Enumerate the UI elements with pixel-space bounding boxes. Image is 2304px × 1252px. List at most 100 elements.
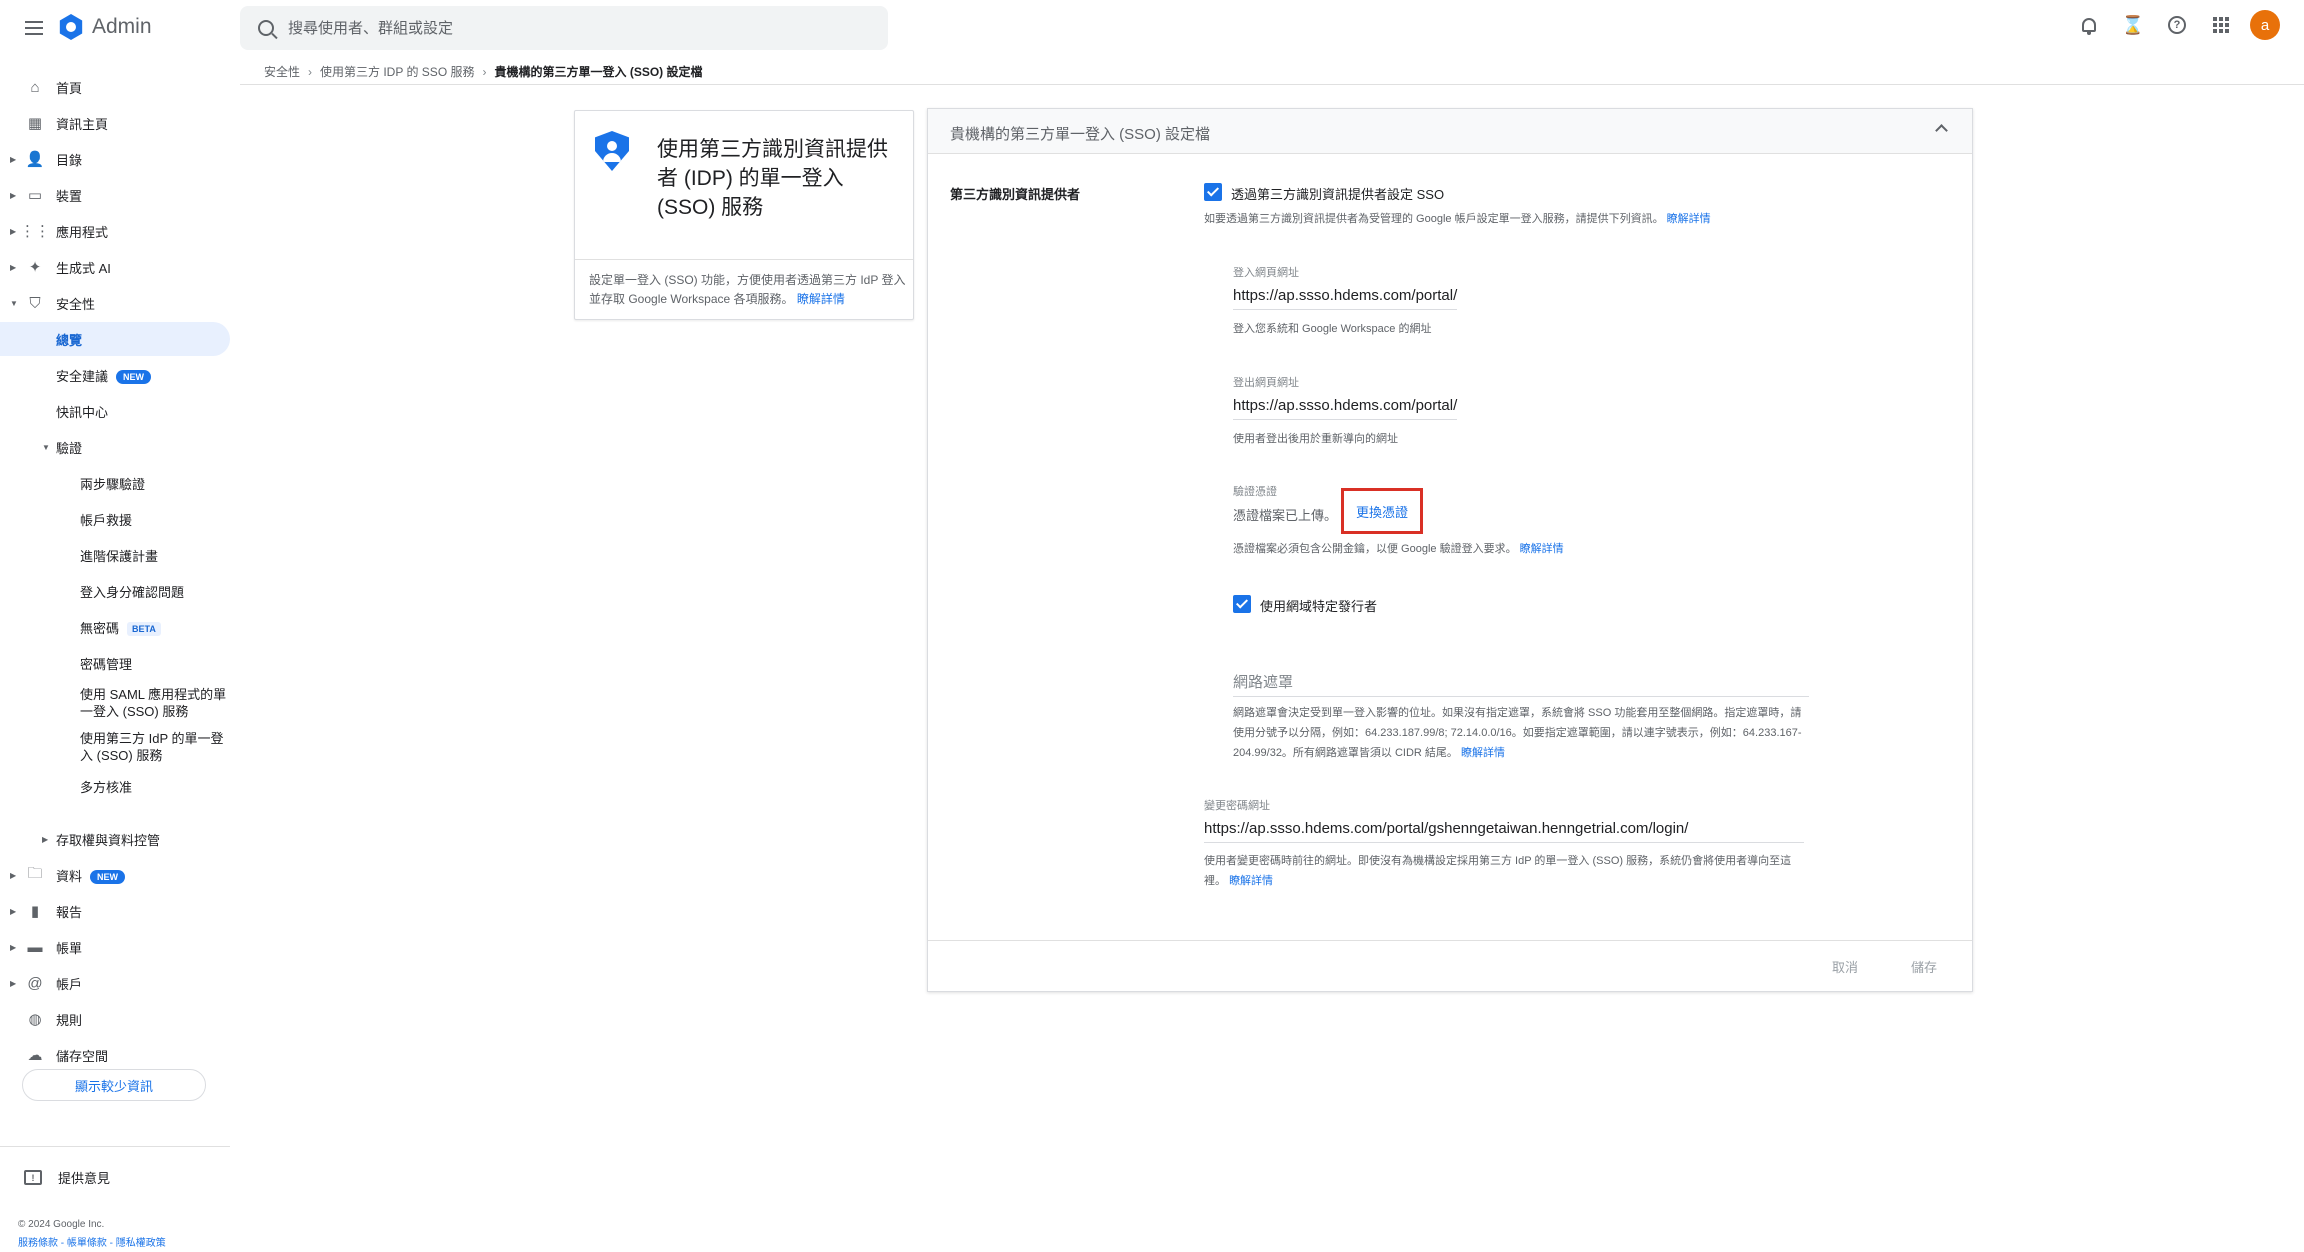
setup-sso-learn-more-link[interactable]: 瞭解詳情 — [1667, 213, 1711, 225]
search-icon[interactable] — [258, 20, 274, 36]
info-card-title: 使用第三方識別資訊提供者 (IDP) 的單一登入 (SSO) 服務 — [657, 138, 888, 219]
setup-sso-label: 透過第三方識別資訊提供者設定 SSO — [1231, 187, 1445, 202]
avatar[interactable]: a — [2250, 10, 2280, 40]
network-mask-learn-more-link[interactable]: 瞭解詳情 — [1461, 747, 1505, 759]
sidebar-item-multi-party[interactable]: 多方核准 — [0, 769, 230, 803]
sidebar-item-apps[interactable]: ▶ ⋮⋮ 應用程式 — [0, 214, 230, 248]
signin-url-field[interactable]: https://ap.ssso.hdems.com/portal/ — [1233, 287, 1458, 310]
sidebar-item-alert-center[interactable]: 快訊中心 — [0, 394, 230, 428]
search-bar[interactable] — [240, 6, 888, 50]
expand-caret-icon: ▶ — [10, 190, 17, 200]
person-icon: 👤 — [25, 151, 45, 168]
apps-button[interactable] — [2206, 10, 2236, 40]
sidebar-item-reports[interactable]: ▶ ▮ 報告 — [0, 894, 230, 928]
sidebar-item-storage[interactable]: ☁ 儲存空間 — [0, 1038, 230, 1072]
help-icon: ? — [2168, 16, 2186, 34]
breadcrumb-current: 貴機構的第三方單一登入 (SSO) 設定檔 — [494, 65, 703, 79]
info-card: 使用第三方識別資訊提供者 (IDP) 的單一登入 (SSO) 服務 設定單一登入… — [574, 110, 914, 320]
chevron-up-icon[interactable] — [1935, 124, 1948, 137]
sidebar-item-authentication[interactable]: ▼ 驗證 — [0, 430, 230, 464]
chevron-right-icon: › — [308, 64, 313, 79]
cert-help-text: 憑證檔案必須包含公開金鑰，以便 Google 驗證登入要求。 — [1233, 543, 1517, 555]
expand-caret-icon: ▶ — [10, 262, 17, 272]
cert-learn-more-link[interactable]: 瞭解詳情 — [1520, 543, 1564, 555]
app-title: Admin — [92, 15, 152, 38]
signin-url-label: 登入網頁網址 — [1233, 267, 1299, 279]
info-card-learn-more-link[interactable]: 瞭解詳情 — [797, 292, 845, 306]
main-menu-button[interactable] — [20, 14, 48, 42]
sidebar-item-access-data-control[interactable]: ▶ 存取權與資料控管 — [0, 822, 230, 856]
cert-status: 憑證檔案已上傳。 — [1233, 508, 1338, 523]
expand-caret-icon: ▶ — [10, 226, 17, 236]
show-less-button[interactable]: 顯示較少資訊 — [22, 1069, 206, 1101]
sidebar-item-gen-ai[interactable]: ▶ ✦ 生成式 AI — [0, 250, 230, 284]
sidebar-item-billing[interactable]: ▶ ▬ 帳單 — [0, 930, 230, 964]
change-password-learn-more-link[interactable]: 瞭解詳情 — [1229, 875, 1273, 887]
cloud-icon: ☁ — [27, 1047, 43, 1064]
change-password-url-field[interactable]: https://ap.ssso.hdems.com/portal/gshenng… — [1204, 820, 1804, 843]
breadcrumb-security[interactable]: 安全性 — [264, 63, 300, 80]
replace-certificate-button[interactable]: 更換憑證 — [1341, 488, 1423, 534]
new-badge: NEW — [116, 370, 152, 385]
expand-caret-icon: ▶ — [10, 978, 17, 988]
search-input[interactable] — [288, 19, 848, 37]
sidebar-item-two-step[interactable]: 兩步驟驗證 — [0, 466, 230, 500]
domain-issuer-checkbox[interactable] — [1233, 595, 1251, 613]
help-button[interactable]: ? — [2162, 10, 2192, 40]
sidebar-item-rules[interactable]: ◍ 規則 — [0, 1002, 230, 1036]
notifications-button[interactable] — [2074, 10, 2104, 40]
sidebar-item-saml-sso[interactable]: 使用 SAML 應用程式的單一登入 (SSO) 服務 — [80, 686, 230, 720]
signin-url-help: 登入您系統和 Google Workspace 的網址 — [1233, 323, 1432, 335]
sidebar-item-account-recovery[interactable]: 帳戶救援 — [0, 502, 230, 536]
setup-sso-help-text: 如要透過第三方識別資訊提供者為受管理的 Google 帳戶設定單一登入服務，請提… — [1204, 213, 1664, 225]
sidebar-item-directory[interactable]: ▶ 👤 目錄 — [0, 142, 230, 176]
sidebar-item-login-challenges[interactable]: 登入身分確認問題 — [0, 574, 230, 608]
network-mask-input[interactable]: 網路遮罩 — [1233, 665, 1809, 697]
top-actions: ⌛ ? a — [2074, 10, 2280, 40]
expand-caret-icon: ▶ — [10, 942, 17, 952]
apps-grid-icon — [2213, 17, 2229, 33]
sidebar-item-devices[interactable]: ▶ ▭ 裝置 — [0, 178, 230, 212]
expand-caret-icon: ▶ — [42, 834, 49, 844]
info-card-description: 設定單一登入 (SSO) 功能，方便使用者透過第三方 IdP 登入並存取 Goo… — [589, 271, 909, 309]
cancel-button[interactable]: 取消 — [1832, 957, 1858, 976]
chevron-right-icon: › — [482, 64, 487, 79]
feedback-label: 提供意見 — [58, 1171, 111, 1186]
save-button[interactable]: 儲存 — [1911, 957, 1937, 976]
dashboard-icon: ▦ — [27, 115, 43, 132]
shield-icon: ⛉ — [29, 294, 41, 312]
footer-links[interactable]: 服務條款 - 帳單條款 - 隱私權政策 — [18, 1234, 166, 1249]
sso-profile-panel: 貴機構的第三方單一登入 (SSO) 設定檔 第三方識別資訊提供者 透過第三方識別… — [927, 108, 1973, 992]
admin-logo[interactable]: Admin — [58, 14, 152, 40]
data-label: 資料 — [56, 868, 83, 884]
sidebar-item-dashboard[interactable]: ▦ 資訊主頁 — [0, 106, 230, 140]
sidebar-item-overview[interactable]: 總覽 — [0, 322, 230, 356]
breadcrumb: 安全性 › 使用第三方 IDP 的 SSO 服務 › 貴機構的第三方單一登入 (… — [240, 59, 2304, 85]
sidebar-item-third-party-sso[interactable]: 使用第三方 IdP 的單一登入 (SSO) 服務 — [80, 730, 230, 764]
info-card-description-text: 設定單一登入 (SSO) 功能，方便使用者透過第三方 IdP 登入並存取 Goo… — [589, 273, 906, 306]
sidebar-item-passwordless[interactable]: 無密碼 BETA — [0, 610, 230, 644]
sidebar-item-security-advice[interactable]: 安全建議 NEW — [0, 358, 230, 392]
sidebar-item-account[interactable]: ▶ @ 帳戶 — [0, 966, 230, 1000]
collapse-caret-icon: ▼ — [42, 442, 50, 452]
panel-footer-divider — [928, 940, 1972, 941]
network-mask-help: 網路遮罩會決定受到單一登入影響的位址。如果沒有指定遮罩，系統會將 SSO 功能套… — [1233, 703, 1809, 763]
rules-icon: ◍ — [28, 1011, 42, 1028]
change-password-url-label: 變更密碼網址 — [1204, 800, 1270, 812]
setup-sso-checkbox[interactable] — [1204, 183, 1222, 201]
sidebar-item-advanced-protection[interactable]: 進階保護計畫 — [0, 538, 230, 572]
feedback-button[interactable]: ! 提供意見 — [24, 1168, 110, 1187]
sidebar-item-data[interactable]: ▶ 🗀 資料 NEW — [0, 858, 230, 892]
copyright-text: © 2024 Google Inc. — [18, 1219, 105, 1230]
change-password-url-help: 使用者變更密碼時前往的網址。即使沒有為機構設定採用第三方 IdP 的單一登入 (… — [1204, 851, 1809, 891]
panel-header[interactable]: 貴機構的第三方單一登入 (SSO) 設定檔 — [928, 109, 1972, 154]
sidebar: ⌂ 首頁 ▦ 資訊主頁 ▶ 👤 目錄 ▶ ▭ 裝置 ▶ ⋮⋮ 應用程式 ▶ ✦ … — [0, 70, 232, 1252]
sidebar-item-security[interactable]: ▼ ⛉ 安全性 — [0, 286, 230, 320]
sidebar-item-password-management[interactable]: 密碼管理 — [0, 646, 230, 680]
sidebar-item-home[interactable]: ⌂ 首頁 — [0, 70, 230, 104]
breadcrumb-third-party-sso[interactable]: 使用第三方 IDP 的 SSO 服務 — [320, 63, 474, 80]
signout-url-field[interactable]: https://ap.ssso.hdems.com/portal/ — [1233, 397, 1458, 420]
passwordless-label: 無密碼 — [80, 620, 120, 636]
tasks-button[interactable]: ⌛ — [2118, 10, 2148, 40]
folder-icon: 🗀 — [27, 864, 43, 882]
